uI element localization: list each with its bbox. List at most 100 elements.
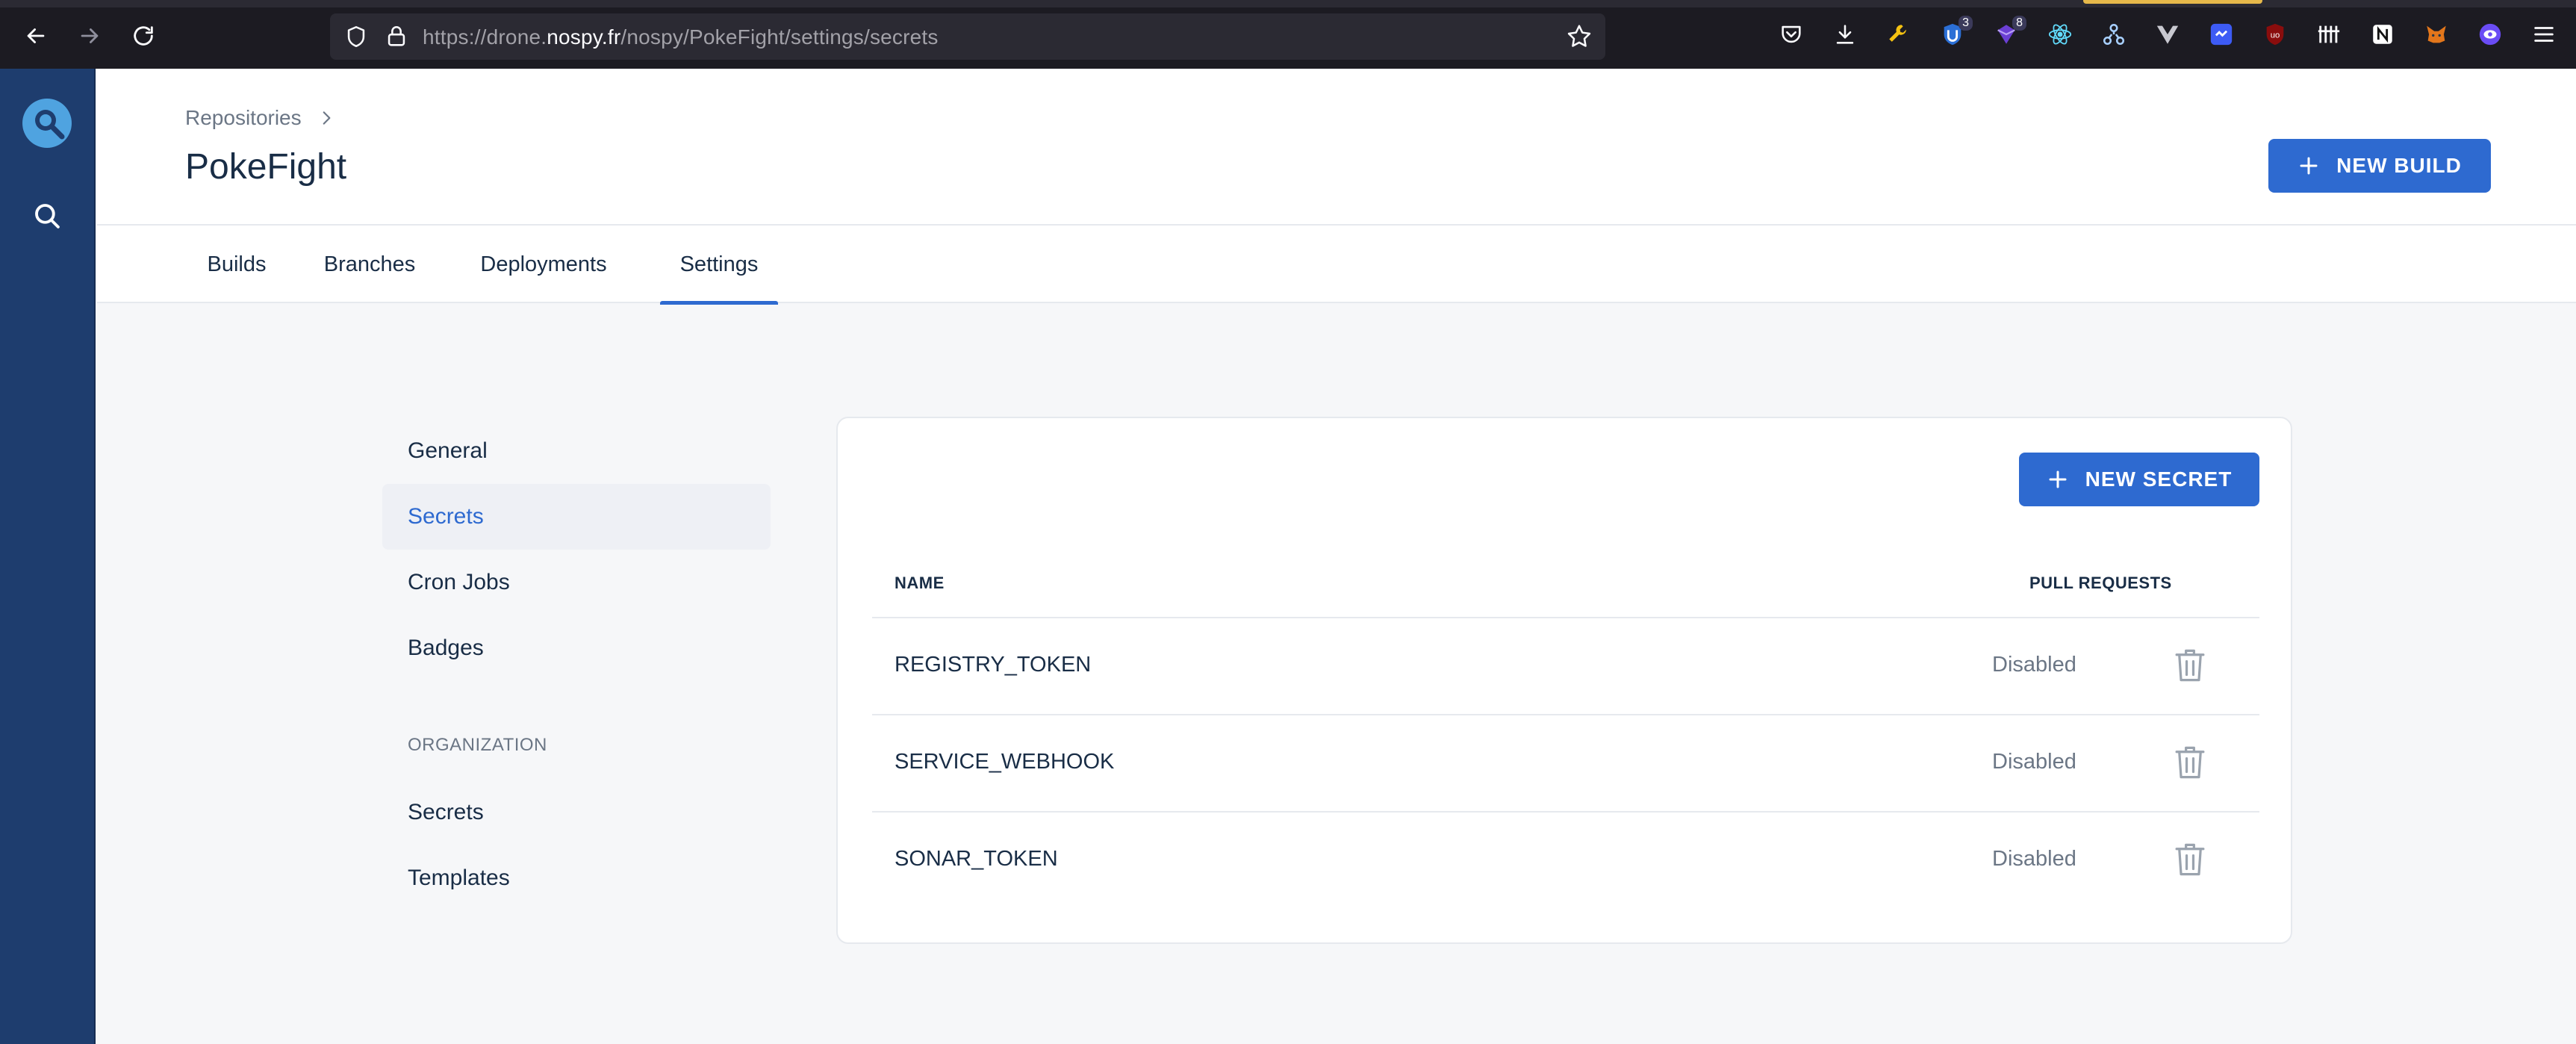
settings-menu-secrets[interactable]: Secrets	[382, 484, 771, 550]
settings-menu-org-secrets[interactable]: Secrets	[382, 780, 771, 845]
new-build-button[interactable]: NEW BUILD	[2268, 139, 2491, 193]
delete-secret-button[interactable]	[2171, 742, 2209, 783]
forward-button[interactable]	[75, 21, 105, 51]
pull-requests-status: Disabled	[1992, 750, 2076, 774]
metamask-button[interactable]	[2422, 20, 2451, 49]
extension-shield-badge[interactable]: 3	[1938, 16, 1973, 49]
tab-strip	[0, 0, 2576, 7]
pocket-button[interactable]	[1777, 20, 1805, 49]
address-bar[interactable]: https://drone.nospy.fr/nospy/PokeFight/s…	[330, 13, 1605, 60]
downloads-button[interactable]	[1831, 20, 1859, 49]
secret-name: SONAR_TOKEN	[895, 847, 1058, 871]
eye-extension-button[interactable]	[2476, 20, 2504, 49]
menu-item-label: General	[408, 438, 488, 463]
secrets-card: NEW SECRET NAME PULL REQUESTS REGISTRY_T…	[836, 417, 2292, 944]
ublock-icon: uo	[2266, 23, 2284, 46]
secret-name: SERVICE_WEBHOOK	[895, 750, 1115, 774]
extension-badge-count: 8	[2012, 16, 2026, 31]
tab-label: Settings	[679, 252, 759, 276]
search-icon[interactable]	[31, 200, 63, 232]
trash-icon	[2175, 843, 2205, 876]
menu-item-label: Templates	[408, 866, 510, 890]
lock-icon[interactable]	[384, 24, 409, 49]
grid-extension-button[interactable]	[2315, 20, 2343, 49]
extension-purple[interactable]: 8	[1992, 16, 2026, 49]
settings-menu-badges[interactable]: Badges	[382, 615, 771, 681]
download-icon	[1836, 25, 1854, 44]
page-title: PokeFight	[185, 147, 347, 187]
vue-devtools-icon	[2156, 25, 2179, 44]
menu-icon	[2534, 27, 2554, 42]
tab-label: Deployments	[480, 252, 607, 276]
devtools-button[interactable]	[1885, 20, 1913, 49]
tracking-shield-icon[interactable]	[343, 24, 369, 49]
menu-item-label: Cron Jobs	[408, 570, 510, 594]
reload-icon	[134, 26, 153, 46]
drone-logo-icon[interactable]	[21, 97, 73, 149]
tab-branches[interactable]: Branches	[311, 226, 429, 303]
plus-icon	[2049, 470, 2067, 488]
table-row[interactable]: SONAR_TOKEN Disabled	[872, 812, 2259, 910]
tab-builds[interactable]: Builds	[190, 226, 284, 303]
react-devtools-icon	[2048, 24, 2072, 45]
settings-menu-cron-jobs[interactable]: Cron Jobs	[382, 550, 771, 615]
wrench-icon	[1889, 25, 1906, 42]
url-host: nospy.fr	[547, 25, 621, 49]
tab-settings[interactable]: Settings	[660, 226, 778, 305]
new-build-label: NEW BUILD	[2336, 154, 2462, 177]
new-secret-button[interactable]: NEW SECRET	[2019, 453, 2259, 506]
url-path: /nospy/PokeFight/settings/secrets	[620, 25, 939, 49]
ublock-button[interactable]: uo	[2261, 20, 2289, 49]
extension-badge-count: 3	[1959, 16, 1973, 31]
menu-item-label: Secrets	[408, 504, 484, 529]
pull-requests-status: Disabled	[1992, 653, 2076, 677]
settings-menu-general[interactable]: General	[382, 418, 771, 484]
app-menu-button[interactable]	[2530, 20, 2558, 49]
column-header-pull-requests: PULL REQUESTS	[2029, 574, 2172, 592]
tab-deployments[interactable]: Deployments	[461, 226, 626, 303]
chevron-right-icon	[323, 111, 331, 125]
trash-icon	[2175, 746, 2205, 779]
arrow-right-icon	[81, 28, 99, 43]
repo-tabs: Builds Branches Deployments Settings	[97, 226, 2576, 305]
url-prefix: https://drone.	[423, 25, 547, 49]
tab-label: Builds	[207, 252, 267, 276]
bookmark-star-icon[interactable]	[1565, 22, 1593, 51]
table-row[interactable]: SERVICE_WEBHOOK Disabled	[872, 715, 2259, 812]
url-text[interactable]: https://drone.nospy.fr/nospy/PokeFight/s…	[423, 25, 939, 49]
menu-item-label: Secrets	[408, 800, 484, 824]
delete-secret-button[interactable]	[2171, 839, 2209, 880]
back-button[interactable]	[21, 21, 51, 51]
column-header-name: NAME	[895, 574, 945, 592]
pocket-icon	[1782, 25, 1801, 43]
notion-icon	[2373, 25, 2392, 44]
arrow-left-icon	[27, 28, 45, 43]
active-tab-indicator	[2083, 0, 2262, 4]
pull-requests-status: Disabled	[1992, 847, 2076, 871]
secret-name: REGISTRY_TOKEN	[895, 653, 1092, 677]
delete-secret-button[interactable]	[2171, 645, 2209, 686]
breadcrumb-repositories-link[interactable]: Repositories	[185, 106, 302, 130]
vue-devtools-button[interactable]	[2153, 20, 2182, 49]
react-devtools-button[interactable]	[2046, 20, 2074, 49]
breadcrumb: Repositories	[185, 106, 336, 130]
repo-header: Repositories PokeFight NEW BUILD	[97, 69, 2576, 226]
settings-menu-org-templates[interactable]: Templates	[382, 845, 771, 911]
grid-icon	[2318, 25, 2340, 43]
notion-button[interactable]	[2368, 20, 2397, 49]
reload-button[interactable]	[128, 21, 158, 51]
new-secret-label: NEW SECRET	[2085, 467, 2233, 491]
tab-label: Branches	[323, 252, 416, 276]
plus-icon	[2300, 157, 2318, 175]
metamask-icon	[2427, 25, 2446, 43]
app-sidebar	[0, 69, 96, 1044]
browser-toolbar: https://drone.nospy.fr/nospy/PokeFight/s…	[0, 0, 2576, 69]
trash-icon	[2175, 649, 2205, 682]
organization-heading: ORGANIZATION	[408, 735, 547, 755]
table-row[interactable]: REGISTRY_TOKEN Disabled	[872, 618, 2259, 715]
menu-item-label: Badges	[408, 636, 484, 660]
bitwarden-icon	[2210, 23, 2233, 46]
network-extension-button[interactable]	[2100, 20, 2128, 49]
bitwarden-button[interactable]	[2207, 20, 2236, 49]
network-icon	[2103, 23, 2125, 46]
